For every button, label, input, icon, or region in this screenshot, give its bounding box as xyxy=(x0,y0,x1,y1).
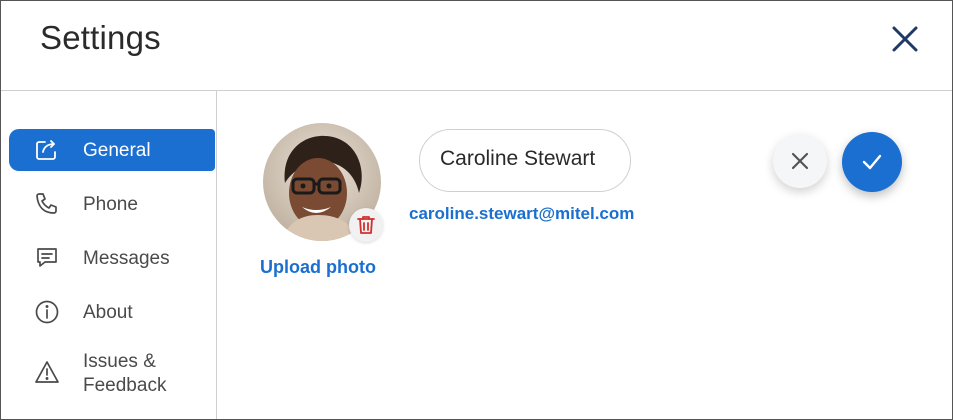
info-icon xyxy=(34,299,60,325)
email-address: caroline.stewart@mitel.com xyxy=(409,204,635,223)
sidebar-item-about[interactable]: About xyxy=(9,291,215,333)
dialog-header: Settings xyxy=(1,1,952,91)
sidebar-item-phone[interactable]: Phone xyxy=(9,183,215,225)
message-icon xyxy=(34,245,60,271)
phone-icon xyxy=(34,191,60,217)
name-field[interactable] xyxy=(419,129,631,192)
sidebar-item-messages[interactable]: Messages xyxy=(9,237,215,279)
close-icon xyxy=(791,152,809,175)
cancel-button[interactable] xyxy=(773,134,827,188)
checkmark-icon xyxy=(862,153,882,176)
sidebar-item-issues-feedback[interactable]: Issues & Feedback xyxy=(9,351,215,401)
trash-icon xyxy=(357,215,375,240)
sidebar-item-label: Issues & Feedback xyxy=(83,351,167,396)
sidebar: General Phone Messages About Issues & Fe… xyxy=(1,91,217,419)
save-button[interactable] xyxy=(842,132,902,192)
sidebar-item-label: Phone xyxy=(83,194,138,215)
page-title: Settings xyxy=(40,19,161,56)
sidebar-item-label: General xyxy=(83,140,151,161)
name-input[interactable] xyxy=(440,147,620,171)
delete-photo-button[interactable] xyxy=(349,208,383,242)
warning-icon xyxy=(34,359,60,385)
sidebar-item-label: About xyxy=(83,302,133,323)
upload-photo-link[interactable]: Upload photo xyxy=(260,257,376,278)
share-icon xyxy=(34,137,60,163)
close-icon[interactable] xyxy=(889,23,921,55)
settings-dialog: Settings General Phone Messages About Is… xyxy=(0,0,953,420)
sidebar-item-general[interactable]: General xyxy=(9,129,215,171)
sidebar-item-label: Messages xyxy=(83,248,170,269)
